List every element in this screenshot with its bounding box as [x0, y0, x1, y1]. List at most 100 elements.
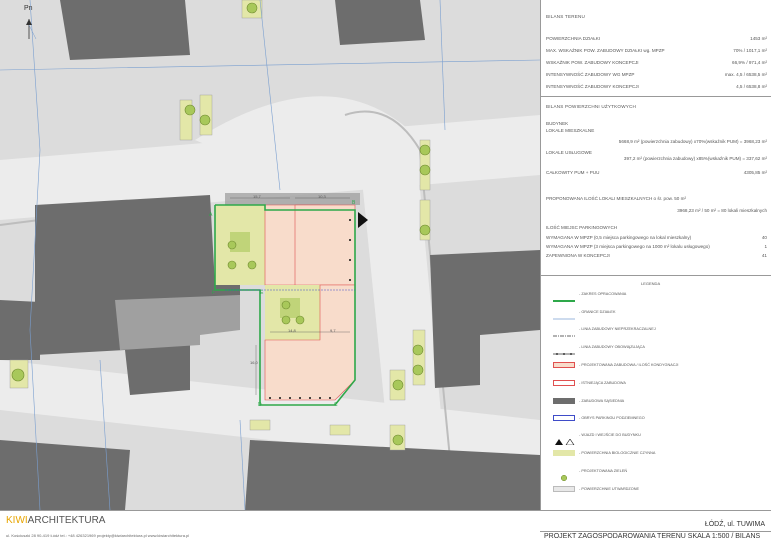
- legend-item: - LINIA ZABUDOWY NIEPRZEKRACZALNEJ: [553, 324, 656, 337]
- point-e: E: [260, 290, 264, 296]
- divider: [541, 96, 771, 97]
- legend-swatch: [553, 291, 575, 302]
- usable-building: BUDYNEK: [546, 121, 569, 126]
- legend-item: - PROJEKTOWANA ZABUDOWA / ILOŚĆ KONDYGNA…: [553, 360, 678, 370]
- legend-label: - GRANICE DZIAŁEK: [579, 310, 616, 314]
- point-c: C: [334, 402, 338, 408]
- parking-row-value: 41: [761, 253, 767, 258]
- dim-top: 15,7: [253, 194, 261, 199]
- bilans-row-value: max. 4,5 / 6538,5 m²: [724, 72, 767, 77]
- bilans-row: WSKAŹNIK POW. ZABUDOWY KONCEPCJI 66,9% / …: [546, 60, 767, 65]
- parking-title: ILOŚĆ MIEJSC PARKINGOWYCH: [546, 225, 618, 230]
- legend-item: - PROJEKTOWANA ZIELEŃ: [553, 466, 628, 482]
- legend-item: - WJAZD I WEJŚCIE DO BUDYNKU: [553, 430, 641, 446]
- legend-swatch: [553, 309, 575, 320]
- dotted-line-icon: [553, 353, 575, 355]
- usable-service-calc: 397,2 m² (powierzchnia zabudowy) x85%(ws…: [623, 156, 767, 161]
- entrance-arrows-icon: [555, 438, 575, 446]
- brand-part-1: KIWI: [6, 515, 28, 526]
- green-line-icon: [553, 300, 575, 302]
- legend-label: - LINIA ZABUDOWY OBOWIĄZUJĄCA: [579, 345, 645, 349]
- legend-item: - LINIA ZABUDOWY OBOWIĄZUJĄCA: [553, 342, 645, 355]
- north-label: Pn: [24, 5, 33, 12]
- bilans-panel: BILANS TERENU POWIERZCHNIA DZIAŁKI 1453 m…: [540, 0, 771, 510]
- legend-swatch: [553, 362, 575, 368]
- legend-item: - POWIERZCHNIA BIOLOGICZNIE CZYNNA: [553, 448, 655, 458]
- bilans-row-label: WSKAŹNIK POW. ZABUDOWY KONCEPCJI: [546, 60, 639, 65]
- neighbour-building-5: [0, 440, 130, 510]
- footer: KIWIARCHITEKTURA ul. Kościuszki 28 90-41…: [0, 510, 771, 541]
- legend-label: - POWIERZCHNIE UTWARDZONE: [579, 487, 639, 491]
- legend-label: - ZAKRES OPRACOWANIA: [579, 292, 627, 296]
- proposed-calc: 3968,23 m² / 50 m² = 80 lokali mieszkaln…: [677, 208, 767, 213]
- legend-label: - ZABUDOWA SĄSIEDNIA: [579, 399, 625, 403]
- bilans-row: POWIERZCHNIA DZIAŁKI 1453 m²: [546, 36, 767, 41]
- usable-total-row: CAŁKOWITY PUM + PUU 4305,85 m²: [546, 170, 767, 175]
- bilans-row: INTENSYWNOŚĆ ZABUDOWY WG MPZP max. 4,5 / …: [546, 72, 767, 77]
- neighbour-building-4: [430, 250, 540, 388]
- brand-part-2: ARCHITEKTURA: [27, 515, 106, 526]
- legend-swatch: [553, 486, 575, 492]
- point-a: A: [209, 212, 213, 218]
- contact-info: ul. Kościuszki 28 90-419 Łódź tel.: +48 …: [6, 533, 190, 538]
- bilans-title: BILANS TERENU: [546, 14, 586, 19]
- parking-row-value: 1: [764, 244, 767, 249]
- point-d: D: [258, 402, 262, 408]
- legend-swatch: [553, 380, 575, 386]
- parking-row: WYMAGANA W MPZP (3 miejsca parkingowego …: [546, 244, 767, 249]
- parking-row: WYMAGANA W MPZP (0,5 miejsca parkingoweg…: [546, 235, 767, 240]
- site-plan-drawing: [0, 0, 540, 510]
- bilans-row: INTENSYWNOŚĆ ZABUDOWY KONCEPCJI 4,5 / 653…: [546, 84, 767, 89]
- dim-mid: 14,8: [288, 328, 296, 333]
- usable-service: LOKALE USŁUGOWE: [546, 150, 592, 155]
- legend-swatch: [553, 450, 575, 456]
- usable-title: BILANS POWIERZCHNI UŻYTKOWYCH: [546, 104, 637, 109]
- usable-residential: LOKALE MIESZKALNE: [546, 128, 595, 133]
- bilans-row-value: 4,5 / 6538,8 m²: [736, 84, 767, 89]
- usable-residential-calc: 5668,9 m² (powierzchnia zabudowy) x70%(w…: [618, 139, 767, 144]
- legend-item: - POWIERZCHNIE UTWARDZONE: [553, 484, 639, 494]
- legend-label: - PROJEKTOWANA ZIELEŃ: [579, 469, 628, 473]
- legend-item: - GRANICE DZIAŁEK: [553, 307, 616, 320]
- brand-logo: KIWIARCHITEKTURA: [6, 515, 105, 526]
- bilans-row-value: 1453 m²: [750, 36, 767, 41]
- parking-row-label: WYMAGANA W MPZP (0,5 miejsca parkingoweg…: [546, 235, 692, 240]
- thin-line-icon: [553, 318, 575, 320]
- neighbour-building-3: [35, 195, 240, 395]
- legend-label: - ISTNIEJĄCA ZABUDOWA: [579, 381, 626, 385]
- legend-label: - PROJEKTOWANA ZABUDOWA / ILOŚĆ KONDYGNA…: [579, 363, 679, 367]
- legend-item: - OBRYS PARKINGU PODZIEMNEGO: [553, 413, 645, 423]
- bilans-row: MAX. WSKAŹNIK POW. ZABUDOWY DZIAŁKI wg. …: [546, 48, 767, 53]
- legend-swatch: [553, 415, 575, 421]
- legend-swatch: [553, 468, 575, 482]
- bilans-row-value: 66,9% / 971,4 m²: [732, 60, 767, 65]
- bilans-row-label: INTENSYWNOŚĆ ZABUDOWY WG MPZP: [546, 72, 635, 77]
- parking-row-label: ZAPEWNIONA W KONCEPCJI: [546, 253, 610, 258]
- bilans-row-value: 70% / 1017,1 m²: [733, 48, 767, 53]
- legend-item: - ZABUDOWA SĄSIEDNIA: [553, 396, 624, 406]
- neighbour-building-3b: [115, 295, 240, 350]
- bilans-row-label: INTENSYWNOŚĆ ZABUDOWY KONCEPCJI: [546, 84, 639, 89]
- usable-total-label: CAŁKOWITY PUM + PUU: [546, 170, 600, 175]
- parking-row: ZAPEWNIONA W KONCEPCJI 41: [546, 253, 767, 258]
- parking-row-label: WYMAGANA W MPZP (3 miejsca parkingowego …: [546, 244, 710, 249]
- legend-item: - ZAKRES OPRACOWANIA: [553, 289, 627, 302]
- legend-label: - POWIERZCHNIA BIOLOGICZNIE CZYNNA: [579, 451, 656, 455]
- legend-label: - LINIA ZABUDOWY NIEPRZEKRACZALNEJ: [579, 327, 656, 331]
- neighbour-building-1: [60, 0, 190, 60]
- usable-total-value: 4305,85 m²: [743, 170, 767, 175]
- bilans-row-label: MAX. WSKAŹNIK POW. ZABUDOWY DZIAŁKI wg. …: [546, 48, 665, 53]
- proposed-label: PROPONOWANA ILOŚĆ LOKALI MIESZKALNYCH o …: [546, 196, 686, 201]
- legend-swatch: [553, 344, 575, 355]
- site-plan-map: Pn 15,7 10,3 14,8 9,7 16,0 A B C D E F: [0, 0, 540, 510]
- north-arrow: Pn: [20, 5, 38, 41]
- legend-label: - WJAZD I WEJŚCIE DO BUDYNKU: [579, 433, 641, 437]
- legend-swatch: [553, 326, 575, 337]
- legend-swatch: [553, 432, 575, 446]
- legend-label: - OBRYS PARKINGU PODZIEMNEGO: [579, 416, 645, 420]
- legend-item: - ISTNIEJĄCA ZABUDOWA: [553, 378, 626, 388]
- dash-dot-line-icon: [553, 335, 575, 337]
- bilans-row-label: POWIERZCHNIA DZIAŁKI: [546, 36, 601, 41]
- divider: [541, 275, 771, 276]
- dim-top-2: 10,3: [318, 194, 326, 199]
